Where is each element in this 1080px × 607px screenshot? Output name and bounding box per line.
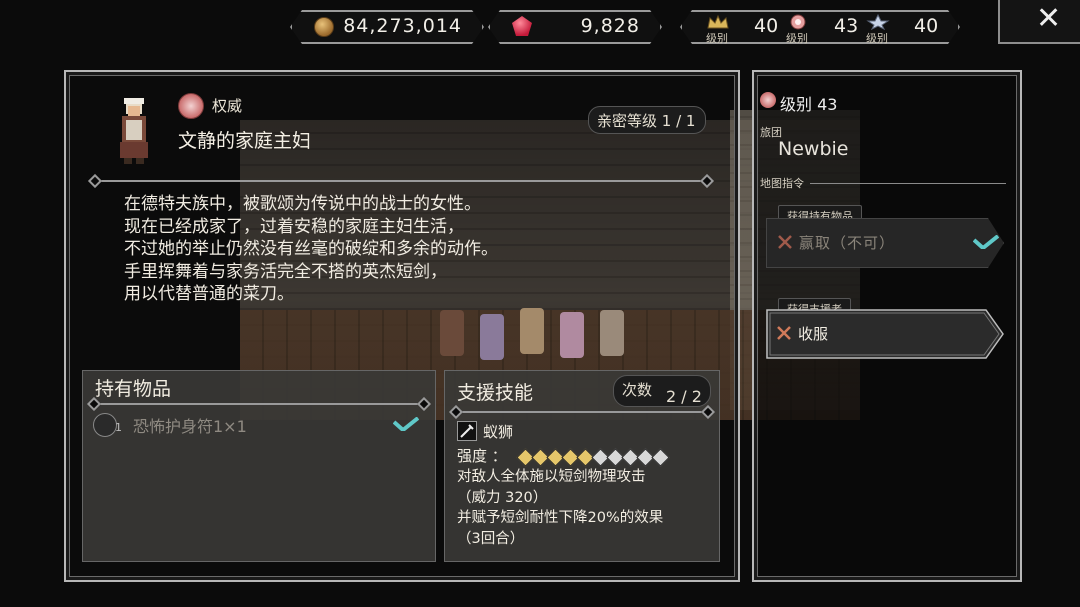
crossed-swords-icon [776, 325, 792, 341]
rank-caption: 级别 [786, 32, 808, 45]
job-crest-icon [178, 93, 204, 119]
rank-caption: 级别 [866, 32, 888, 45]
rank-value: 40 [914, 15, 939, 37]
coin-icon [314, 17, 334, 37]
check-icon [393, 417, 419, 431]
rank-value: 40 [754, 15, 779, 37]
skill-name: 蚁狮 [483, 423, 514, 441]
level-text: 级别 43 [780, 95, 838, 114]
item-row[interactable]: 1 恐怖护身符1×1 [93, 411, 423, 437]
skill-description: 对敌人全体施以短剑物理攻击 （威力 320） 并赋予短剑耐性下降20%的效果 （… [457, 467, 663, 549]
description-line: 现在已经成家了，过着安稳的家庭主妇生活， [124, 216, 464, 237]
held-items-panel: 持有物品 1 恐怖护身符1×1 [82, 370, 436, 562]
rank-value: 43 [834, 15, 859, 37]
money-amount: 84,273,014 [343, 15, 462, 37]
map-command-label: 地图指令 [760, 177, 804, 190]
crossed-swords-icon [777, 234, 793, 250]
skill-uses-badge: 次数 2 / 2 [613, 375, 711, 407]
rank-block-silver: 级别 40 [866, 14, 946, 40]
character-description: 在德特夫族中，被歌颂为传说中的战士的女性。 现在已经成家了，过着安稳的家庭主妇生… [124, 193, 498, 306]
close-button[interactable]: ✕ [998, 0, 1080, 44]
pink-crest-icon [786, 14, 810, 30]
skill-power-meter [516, 448, 670, 467]
rank-block-pink: 级别 43 [786, 14, 866, 40]
skill-description-line: 对敌人全体施以短剑物理攻击 [457, 469, 646, 485]
guild-name: Newbie [778, 138, 849, 160]
check-icon [973, 235, 999, 249]
command-label: 收服 [798, 325, 829, 343]
skill-uses-value: 2 / 2 [666, 387, 702, 406]
gem-display: 9,828 [488, 10, 662, 44]
win-command-button[interactable]: 赢取（不可） [766, 218, 1004, 268]
divider [810, 183, 1006, 184]
amulet-icon [93, 413, 117, 437]
held-items-title: 持有物品 [95, 378, 172, 400]
character-portrait [120, 98, 148, 164]
skill-power-label: 强度 ： [457, 447, 507, 465]
character-name: 文静的家庭主妇 [178, 130, 312, 152]
divider [97, 403, 421, 405]
description-line: 用以代替普通的菜刀。 [124, 284, 294, 304]
intimacy-level-badge: 亲密等级 1 / 1 [588, 106, 706, 134]
power-pip-empty [651, 448, 670, 467]
skill-uses-label: 次数 [622, 381, 653, 399]
rank-block-gold: 级别 40 [706, 14, 786, 40]
item-count: 1 [115, 421, 122, 434]
divider [98, 180, 704, 182]
description-line: 手里挥舞着与家务活完全不搭的英杰短剑， [124, 261, 447, 282]
support-skill-title: 支援技能 [457, 382, 534, 404]
divider [459, 411, 705, 413]
silver-crest-icon [866, 14, 890, 30]
money-display: 84,273,014 [290, 10, 484, 44]
gem-amount: 9,828 [580, 15, 640, 37]
command-label: 赢取（不可） [799, 234, 896, 252]
level-crest-icon [760, 92, 776, 108]
item-name: 恐怖护身符1×1 [133, 417, 247, 436]
skill-description-line: 并赋予短剑耐性下降20%的效果 [457, 510, 664, 526]
support-skill-panel: 支援技能 次数 2 / 2 蚁狮 强度 ： 对敌人全体施以短剑物理攻击 （威力 … [444, 370, 720, 562]
job-label: 权威 [212, 97, 243, 115]
gem-icon [512, 16, 532, 36]
rank-display: 级别 40 级别 43 级别 40 [680, 10, 960, 44]
gold-crest-icon [706, 14, 730, 30]
recruit-command-button[interactable]: 收服 [766, 310, 1002, 358]
dagger-icon [457, 421, 477, 441]
skill-description-line: （3回合） [457, 530, 525, 547]
intimacy-level-text: 亲密等级 1 / 1 [597, 112, 696, 130]
description-line: 在德特夫族中，被歌颂为传说中的战士的女性。 [124, 194, 481, 214]
description-line: 不过她的举止仍然没有丝毫的破绽和多余的动作。 [124, 239, 498, 259]
skill-description-line: （威力 320） [457, 489, 548, 506]
close-icon: ✕ [1036, 1, 1062, 36]
rank-caption: 级别 [706, 32, 728, 45]
